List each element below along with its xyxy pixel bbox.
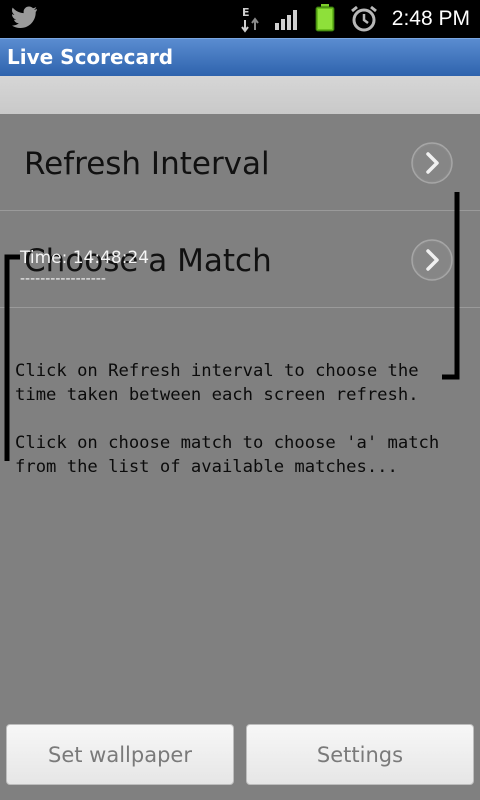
set-wallpaper-button[interactable]: Set wallpaper: [6, 724, 234, 785]
help-text-match: Click on choose match to choose 'a' matc…: [15, 433, 440, 477]
battery-icon: [315, 4, 335, 36]
pref-item-refresh-interval[interactable]: Refresh Interval: [0, 114, 480, 211]
alarm-icon: [350, 5, 378, 37]
status-bar: E 2:48 PM: [0, 0, 480, 38]
title-bar: Live Scorecard: [0, 38, 480, 76]
right-bracket: [442, 192, 460, 380]
twitter-icon: [12, 6, 38, 32]
header-strip: [0, 76, 480, 114]
pref-item-label: Refresh Interval: [24, 146, 270, 182]
overlay-time-text: Time: 14:48:24: [20, 248, 150, 268]
app-title: Live Scorecard: [7, 45, 174, 69]
chevron-right-icon[interactable]: [411, 142, 453, 184]
signal-icon: [275, 8, 301, 34]
help-text-refresh: Click on Refresh interval to choose the …: [15, 361, 419, 405]
settings-button[interactable]: Settings: [246, 724, 474, 785]
overlay-dashes: -----------------: [20, 271, 106, 287]
data-transfer-icon: E: [240, 5, 264, 37]
status-clock: 2:48 PM: [391, 7, 470, 30]
svg-text:E: E: [242, 6, 250, 19]
